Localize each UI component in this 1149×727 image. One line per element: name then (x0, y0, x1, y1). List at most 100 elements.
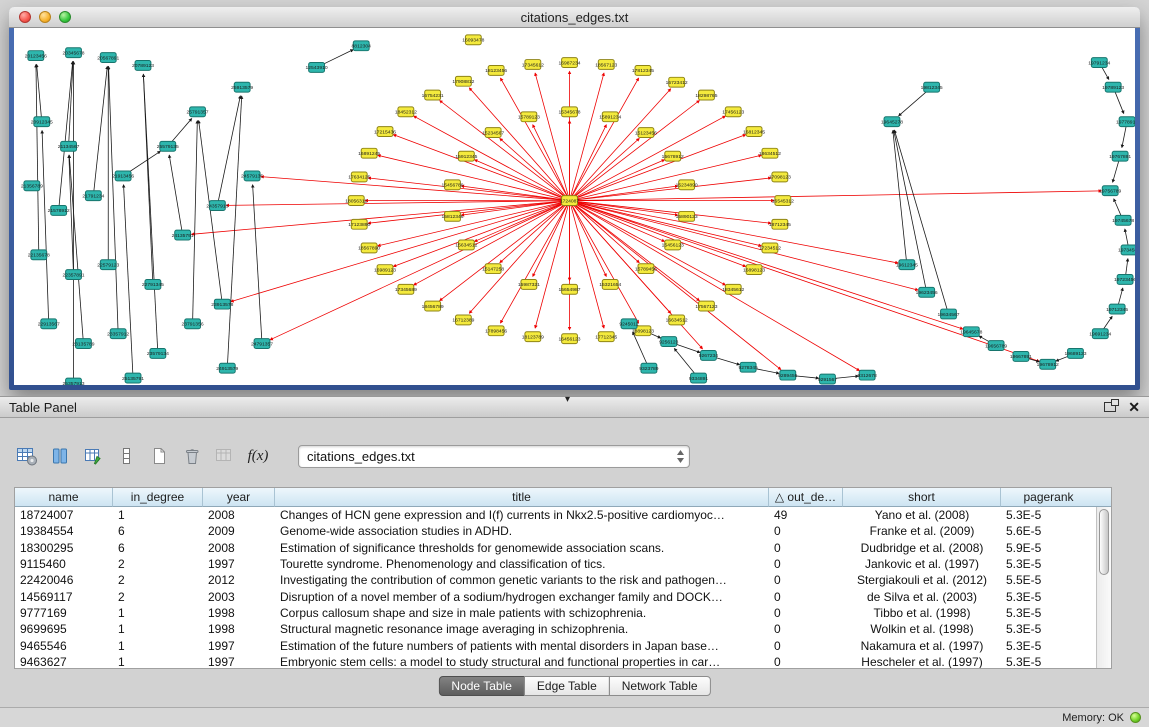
graph-node[interactable]: 21913456 (112, 171, 134, 181)
graph-node[interactable]: 25791357 (187, 107, 209, 117)
graph-node[interactable]: 15678912 (662, 151, 684, 161)
network-view[interactable]: 1724087180563121763412516891245172154361… (14, 28, 1135, 385)
graph-node[interactable]: 19645678 (960, 327, 982, 337)
graph-node[interactable]: 19789123 (1102, 82, 1124, 92)
graph-node[interactable]: 9312678 (858, 370, 878, 380)
graph-node[interactable]: 19767891 (1109, 151, 1131, 161)
graph-node[interactable]: 20789123 (132, 61, 154, 71)
graph-node[interactable]: 9323789 (639, 363, 659, 373)
graph-node[interactable]: 25357913 (63, 378, 85, 385)
graph-node[interactable]: 9334891 (689, 373, 709, 383)
graph-node[interactable]: 9267234 (699, 350, 719, 360)
graph-edge[interactable] (570, 201, 1040, 362)
graph-node[interactable]: 15789123 (518, 112, 540, 122)
graph-node[interactable]: 19634567 (937, 309, 959, 319)
graph-node[interactable]: 16812345 (743, 127, 765, 137)
new-column-icon[interactable] (148, 444, 170, 468)
graph-node[interactable]: 15456789 (441, 180, 463, 190)
column-header-year[interactable]: year (203, 488, 275, 507)
table-row[interactable]: 2242004622012Investigating the contribut… (15, 572, 1098, 588)
graph-node[interactable]: 25913579 (231, 82, 253, 92)
graph-node[interactable]: 9289456 (778, 370, 798, 380)
graph-node[interactable]: 21578912 (48, 206, 70, 216)
graph-edge[interactable] (93, 66, 107, 195)
graph-node[interactable]: 19723456 (1114, 275, 1135, 285)
graph-node[interactable]: 19734567 (1118, 245, 1135, 255)
graph-node[interactable]: 20345678 (63, 48, 85, 58)
table-row[interactable]: 969969511998Structural magnetic resonanc… (15, 621, 1098, 637)
graph-node[interactable]: 17215436 (374, 127, 396, 137)
graph-node[interactable]: 19691234 (1089, 329, 1111, 339)
column-header-out_de[interactable]: △ out_de… (769, 488, 843, 507)
graph-node[interactable]: 16891245 (358, 148, 380, 158)
graph-edge[interactable] (570, 201, 918, 290)
graph-edge[interactable] (36, 64, 39, 254)
graph-node[interactable]: 20123456 (25, 51, 47, 61)
graph-node[interactable]: 19623456 (916, 287, 938, 297)
graph-node[interactable]: 17712345 (595, 332, 617, 342)
graph-node[interactable]: 15789456 (635, 264, 657, 274)
graph-node[interactable]: 16987234 (559, 58, 581, 68)
graph-edge[interactable] (253, 185, 262, 344)
column-header-in_degree[interactable]: in_degree (113, 488, 203, 507)
graph-node[interactable]: 9245012 (619, 319, 639, 329)
graph-node[interactable]: 25135791 (122, 373, 144, 383)
graph-node[interactable]: 25579135 (157, 141, 179, 151)
graph-node[interactable]: 22913567 (38, 319, 60, 329)
graph-node[interactable]: 24357913 (206, 201, 228, 211)
graph-edge[interactable] (193, 121, 198, 324)
graph-node[interactable]: 20912345 (31, 117, 53, 127)
graph-node[interactable]: 16989123 (374, 265, 396, 275)
graph-node[interactable]: 9256123 (659, 337, 679, 347)
graph-node[interactable]: 17898456 (485, 326, 507, 336)
vertical-scrollbar[interactable] (1096, 507, 1111, 668)
graph-edge[interactable] (261, 177, 570, 201)
graph-node[interactable]: 15634512 (455, 240, 477, 250)
graph-node[interactable]: 15234567 (482, 128, 504, 138)
graph-node[interactable]: 16634512 (666, 315, 688, 325)
graph-node[interactable]: 24791357 (251, 339, 273, 349)
graph-node[interactable]: 18123456 (485, 65, 507, 75)
graph-node[interactable]: 19791234 (1088, 58, 1110, 68)
graph-edge[interactable] (199, 121, 223, 305)
graph-node[interactable]: 21134567 (58, 141, 80, 151)
graph-node[interactable]: 15345678 (559, 107, 581, 117)
graph-node[interactable]: 17345689 (395, 284, 417, 294)
graph-node[interactable]: 19689123 (1064, 349, 1086, 359)
graph-node[interactable]: 15987321 (518, 279, 540, 289)
graph-node[interactable]: 18567890 (358, 243, 380, 253)
network-window-titlebar[interactable]: citations_edges.txt (9, 7, 1140, 28)
graph-node[interactable]: 15456123 (662, 240, 684, 250)
graph-node[interactable]: 18298765 (695, 90, 717, 100)
graph-edge[interactable] (226, 201, 569, 206)
graph-edge[interactable] (42, 131, 49, 324)
graph-node[interactable]: 9291567 (818, 374, 838, 384)
graph-node[interactable]: 18056312 (345, 196, 367, 206)
table-row[interactable]: 1456911722003Disruption of a novel membe… (15, 588, 1098, 604)
graph-node[interactable]: 17908812 (452, 76, 474, 86)
graph-node[interactable]: 19745678 (1112, 215, 1134, 225)
table-row[interactable]: 911546021997Tourette syndrome. Phenomeno… (15, 556, 1098, 572)
graph-node[interactable]: 19778912 (1116, 117, 1135, 127)
graph-node[interactable]: 1724087 (560, 196, 580, 206)
graph-edge[interactable] (893, 131, 907, 265)
column-header-short[interactable]: short (843, 488, 1001, 507)
graph-edge[interactable] (109, 66, 119, 333)
table-row[interactable]: 1872400712008Changes of HCN gene express… (15, 507, 1098, 523)
graph-node[interactable]: 18567123 (595, 60, 617, 70)
graph-node[interactable]: 17345612 (522, 60, 544, 70)
graph-edge[interactable] (59, 61, 73, 210)
float-panel-icon[interactable] (1104, 402, 1116, 412)
graph-node[interactable]: 16545312 (772, 196, 794, 206)
graph-node[interactable]: 23913578 (211, 299, 233, 309)
zoom-window-button[interactable] (59, 11, 71, 23)
graph-node[interactable]: 17123890 (348, 219, 370, 229)
row-height-icon[interactable] (115, 444, 137, 468)
graph-node[interactable]: 22135678 (28, 250, 50, 260)
graph-node[interactable]: 15123456 (635, 128, 657, 138)
table-select-dropdown[interactable]: citations_edges.txt (298, 445, 690, 468)
graph-node[interactable]: 24579135 (241, 171, 263, 181)
graph-node[interactable]: 15147258 (482, 264, 504, 274)
graph-node[interactable]: 19712345 (1106, 304, 1128, 314)
table-row[interactable]: 1830029562008Estimation of significance … (15, 540, 1098, 556)
